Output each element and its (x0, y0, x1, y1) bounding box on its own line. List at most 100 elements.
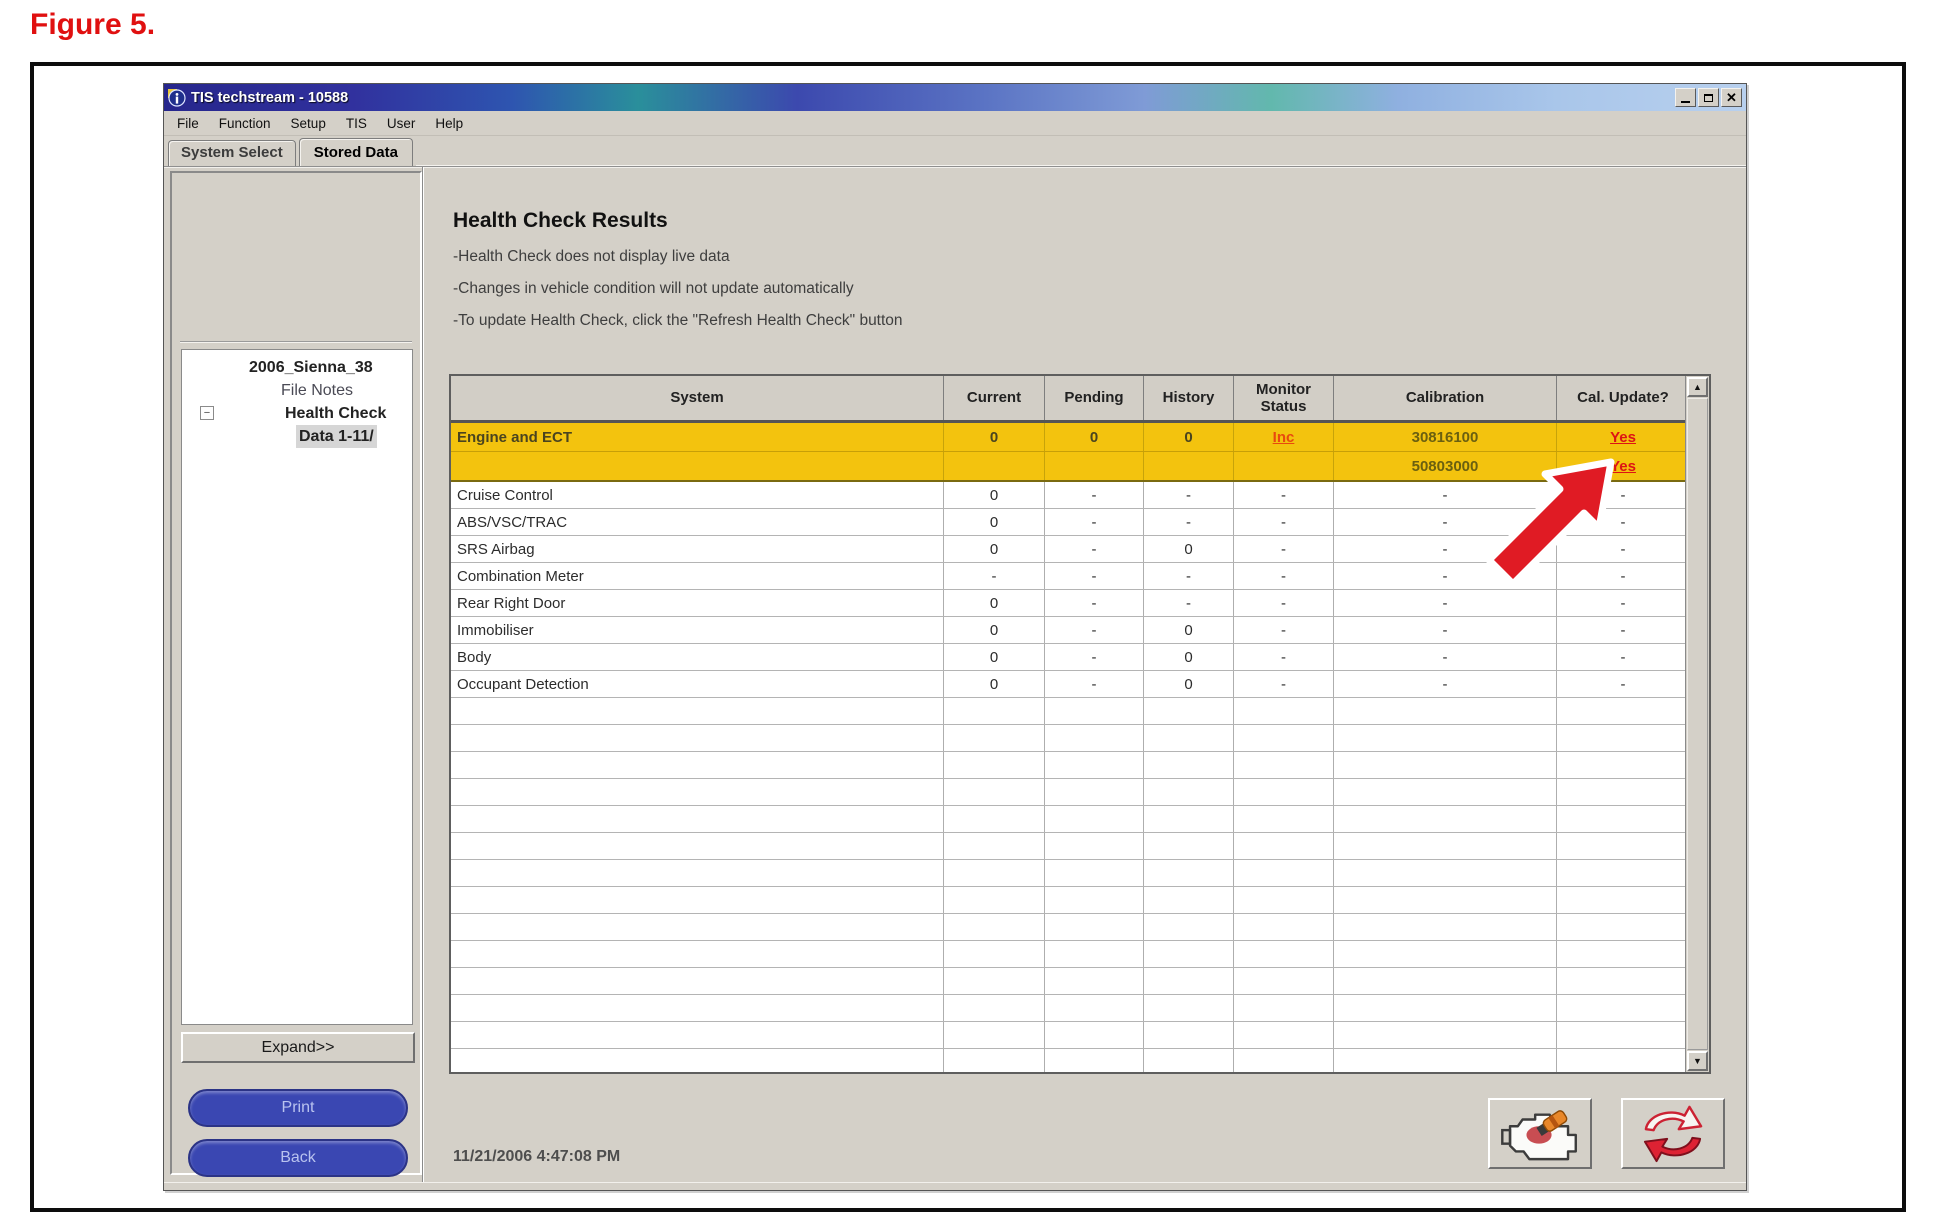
column-header-calibration[interactable]: Calibration (1334, 376, 1557, 420)
cell-pending: - (1045, 644, 1144, 670)
cell-empty (1045, 752, 1144, 778)
cell-empty (1234, 914, 1334, 940)
cell-empty (944, 1049, 1045, 1072)
cell-pending: 0 (1045, 423, 1144, 451)
cell-empty (1234, 752, 1334, 778)
health-check-table: SystemCurrentPendingHistoryMonitor Statu… (449, 374, 1711, 1074)
table-row-srs-airbag[interactable]: SRS Airbag0-0--- (451, 536, 1685, 563)
table-scrollbar[interactable]: ▲ ▼ (1685, 376, 1709, 1072)
collapse-icon[interactable]: − (200, 406, 214, 420)
cell-current: 0 (944, 482, 1045, 508)
menu-file[interactable]: File (170, 114, 206, 133)
cell-system: Body (451, 644, 944, 670)
cell-empty (1557, 1022, 1685, 1048)
cell-empty (1334, 1022, 1557, 1048)
cell-cal-update: - (1557, 563, 1685, 589)
column-header-pending[interactable]: Pending (1045, 376, 1144, 420)
scroll-up-icon[interactable]: ▲ (1687, 377, 1708, 397)
maximize-icon[interactable] (1698, 88, 1719, 107)
refresh-health-check-button[interactable] (1621, 1098, 1725, 1169)
cell-empty (1557, 968, 1685, 994)
tree-item-data-1-11[interactable]: Data 1-11/ (182, 425, 412, 448)
table-row-occupant-detection[interactable]: Occupant Detection0-0--- (451, 671, 1685, 698)
cell-cal-update: - (1557, 617, 1685, 643)
column-header-monitor-status[interactable]: Monitor Status (1234, 376, 1334, 420)
tab-stored-data[interactable]: Stored Data (299, 138, 413, 166)
file-tree: 2006_Sienna_38File Notes − Health CheckDat… (181, 349, 413, 1025)
cell-empty (1045, 1049, 1144, 1072)
print-button[interactable]: Print (188, 1089, 408, 1127)
tree-item-file-notes[interactable]: File Notes (182, 379, 412, 402)
tree-item-2006-sienna-38[interactable]: 2006_Sienna_38 (182, 356, 412, 379)
cell-empty (1234, 833, 1334, 859)
table-row-abs-vsc-trac[interactable]: ABS/VSC/TRAC0----- (451, 509, 1685, 536)
tree-item-label: Health Check (282, 402, 389, 425)
cell-empty (1234, 968, 1334, 994)
cell-empty (1334, 914, 1557, 940)
menu-function[interactable]: Function (212, 114, 278, 133)
cell-empty (451, 752, 944, 778)
cell-system: Engine and ECT (451, 423, 944, 451)
tree-item-label: 2006_Sienna_38 (246, 356, 376, 379)
tree-item-health-check[interactable]: − Health Check (182, 402, 412, 425)
table-row-body[interactable]: Body0-0--- (451, 644, 1685, 671)
menu-user[interactable]: User (380, 114, 423, 133)
menu-help[interactable]: Help (428, 114, 470, 133)
expand-button[interactable]: Expand>> (181, 1032, 415, 1063)
table-row-empty (451, 914, 1685, 941)
cell-cal-update: Yes (1557, 452, 1685, 480)
table-row-empty (451, 806, 1685, 833)
cell-empty (944, 806, 1045, 832)
cell-current (944, 452, 1045, 480)
cal-update-link[interactable]: Yes (1610, 429, 1636, 446)
table-row-empty (451, 833, 1685, 860)
cell-empty (1144, 779, 1234, 805)
cell-empty (1144, 887, 1234, 913)
scrollbar-track[interactable] (1687, 398, 1708, 1050)
health-check-button[interactable] (1488, 1098, 1592, 1169)
minimize-icon[interactable] (1675, 88, 1696, 107)
table-row-empty (451, 860, 1685, 887)
cell-empty (1234, 779, 1334, 805)
cell-empty (944, 941, 1045, 967)
menu-tis[interactable]: TIS (339, 114, 374, 133)
cell-system: Occupant Detection (451, 671, 944, 697)
table-row-combination-meter[interactable]: Combination Meter------ (451, 563, 1685, 590)
table-row-cruise-control[interactable]: Cruise Control0----- (451, 482, 1685, 509)
cell-calibration: - (1334, 536, 1557, 562)
table-row-engine-and-ect[interactable]: Engine and ECT000Inc30816100Yes (451, 422, 1685, 452)
cell-empty (944, 752, 1045, 778)
back-button[interactable]: Back (188, 1139, 408, 1177)
cell-empty (1234, 1022, 1334, 1048)
column-header-history[interactable]: History (1144, 376, 1234, 420)
tab-system-select[interactable]: System Select (168, 140, 296, 166)
cell-current: 0 (944, 671, 1045, 697)
cell-system: SRS Airbag (451, 536, 944, 562)
table-body: Engine and ECT000Inc30816100Yes50803000Y… (451, 422, 1685, 1072)
table-row-empty (451, 698, 1685, 725)
monitor-status-link[interactable]: Inc (1273, 429, 1295, 446)
table-row-rear-right-door[interactable]: Rear Right Door0----- (451, 590, 1685, 617)
column-header-system[interactable]: System (451, 376, 944, 420)
column-header-current[interactable]: Current (944, 376, 1045, 420)
scroll-down-icon[interactable]: ▼ (1687, 1051, 1708, 1071)
health-check-note-1: -Health Check does not display live data (453, 241, 903, 273)
health-check-note-3: -To update Health Check, click the "Refr… (453, 305, 903, 337)
table-row-immobiliser[interactable]: Immobiliser0-0--- (451, 617, 1685, 644)
cell-empty (1557, 806, 1685, 832)
table-row[interactable]: 50803000Yes (451, 452, 1685, 482)
cell-empty (1144, 995, 1234, 1021)
cell-empty (1045, 860, 1144, 886)
content-area: 2006_Sienna_38File Notes − Health CheckDat… (164, 166, 1746, 1182)
window-controls: ✕ (1675, 88, 1742, 107)
refresh-icon (1633, 1104, 1713, 1164)
menu-setup[interactable]: Setup (284, 114, 333, 133)
cell-pending: - (1045, 563, 1144, 589)
cell-pending: - (1045, 671, 1144, 697)
close-icon[interactable]: ✕ (1721, 88, 1742, 107)
cell-empty (451, 995, 944, 1021)
cell-empty (944, 779, 1045, 805)
cell-empty (1234, 725, 1334, 751)
column-header-cal-update[interactable]: Cal. Update? (1557, 376, 1685, 420)
cal-update-link[interactable]: Yes (1610, 458, 1636, 475)
